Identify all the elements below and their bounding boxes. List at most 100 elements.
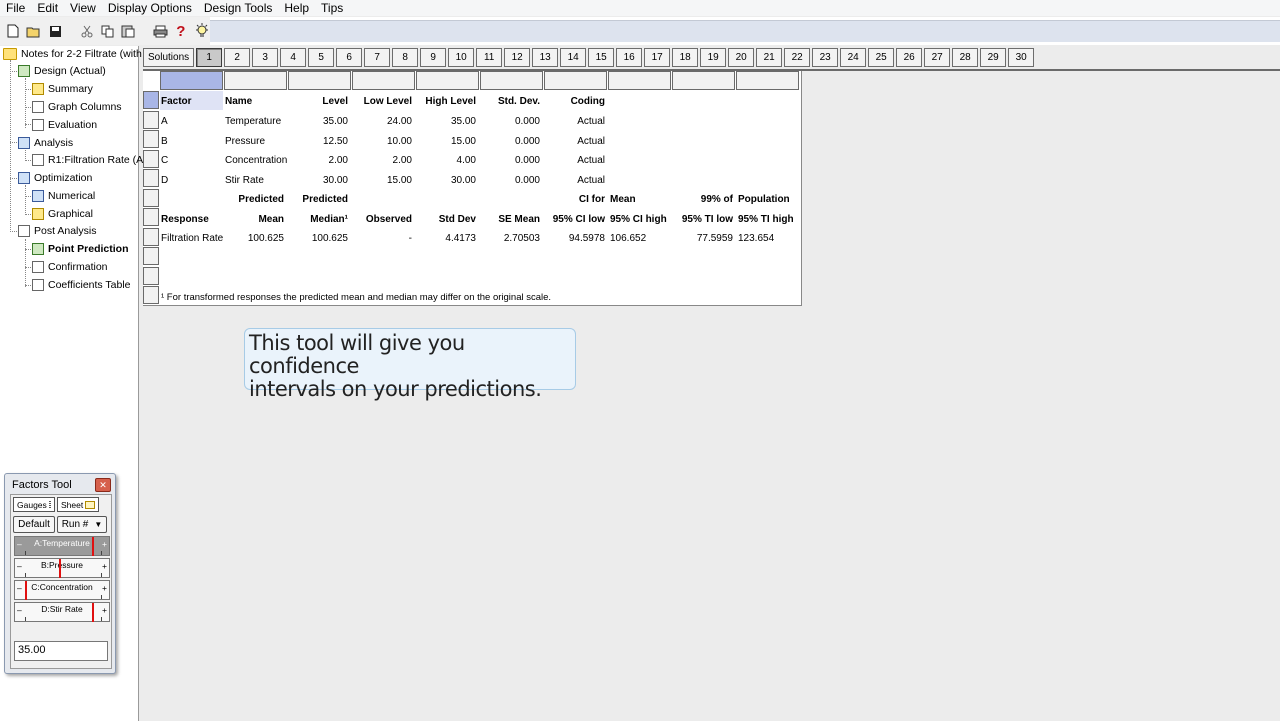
gauge-plus-button[interactable]: + xyxy=(102,583,107,593)
gauge-plus-button[interactable]: + xyxy=(102,605,107,615)
gauge-level-marker[interactable] xyxy=(92,537,94,556)
factor-name-cell[interactable]: Pressure xyxy=(225,136,265,148)
solution-tab-11[interactable]: 11 xyxy=(476,48,503,67)
solution-tab-5[interactable]: 5 xyxy=(308,48,335,67)
column-header[interactable] xyxy=(352,71,415,90)
solution-tab-23[interactable]: 23 xyxy=(812,48,839,67)
solution-tab-17[interactable]: 17 xyxy=(644,48,671,67)
solution-tab-2[interactable]: 2 xyxy=(224,48,251,67)
save-icon[interactable] xyxy=(48,23,62,39)
factor-cell[interactable]: B xyxy=(161,136,168,148)
column-header[interactable] xyxy=(672,71,735,90)
column-header[interactable] xyxy=(160,71,223,90)
row-header[interactable] xyxy=(143,247,159,265)
tree-item-evaluation[interactable]: Evaluation xyxy=(32,117,97,133)
factor-gauge[interactable]: – A:Temperature + xyxy=(14,536,110,556)
factor-cell[interactable]: A xyxy=(161,116,168,128)
row-header[interactable] xyxy=(143,169,159,187)
predicted-mean-cell[interactable]: 100.625 xyxy=(224,233,284,245)
factor-cell[interactable]: C xyxy=(161,155,168,167)
solution-tab-8[interactable]: 8 xyxy=(392,48,419,67)
solution-tab-6[interactable]: 6 xyxy=(336,48,363,67)
default-button[interactable]: Default xyxy=(13,516,55,533)
row-header[interactable] xyxy=(143,267,159,285)
solution-tab-20[interactable]: 20 xyxy=(728,48,755,67)
coding-cell[interactable]: Actual xyxy=(544,136,605,148)
tree-item-design[interactable]: Design (Actual) xyxy=(18,63,106,79)
menu-tips[interactable]: Tips xyxy=(315,0,349,16)
cut-icon[interactable] xyxy=(80,23,94,39)
solution-tab-18[interactable]: 18 xyxy=(672,48,699,67)
solution-tab-7[interactable]: 7 xyxy=(364,48,391,67)
tree-item-coefficients-table[interactable]: Coefficients Table xyxy=(32,277,131,293)
row-header[interactable] xyxy=(143,189,159,207)
solution-tab-19[interactable]: 19 xyxy=(700,48,727,67)
solution-tab-25[interactable]: 25 xyxy=(868,48,895,67)
factor-gauge[interactable]: – D:Stir Rate + xyxy=(14,602,110,622)
solution-tab-26[interactable]: 26 xyxy=(896,48,923,67)
high-level-cell[interactable]: 35.00 xyxy=(416,116,476,128)
column-header[interactable] xyxy=(480,71,543,90)
ti-high-cell[interactable]: 123.654 xyxy=(738,233,774,245)
gauge-plus-button[interactable]: + xyxy=(102,561,107,571)
tab-sheet[interactable]: Sheet xyxy=(57,497,99,512)
row-header[interactable] xyxy=(143,286,159,304)
menu-display-options[interactable]: Display Options xyxy=(102,0,198,16)
response-cell[interactable]: Filtration Rate xyxy=(161,233,223,245)
tree-root-notes[interactable]: Notes for 2-2 Filtrate (with xyxy=(3,46,142,62)
row-header[interactable] xyxy=(143,228,159,246)
level-cell[interactable]: 30.00 xyxy=(288,175,348,187)
row-header[interactable] xyxy=(143,130,159,148)
solution-tab-4[interactable]: 4 xyxy=(280,48,307,67)
solution-tab-22[interactable]: 22 xyxy=(784,48,811,67)
high-level-cell[interactable]: 15.00 xyxy=(416,136,476,148)
open-folder-icon[interactable] xyxy=(26,23,42,39)
coding-cell[interactable]: Actual xyxy=(544,155,605,167)
column-header[interactable] xyxy=(544,71,607,90)
column-header[interactable] xyxy=(608,71,671,90)
solution-tab-28[interactable]: 28 xyxy=(952,48,979,67)
solution-tab-1[interactable]: 1 xyxy=(196,48,223,67)
tree-item-confirmation[interactable]: Confirmation xyxy=(32,259,108,275)
gauge-plus-button[interactable]: + xyxy=(102,539,107,549)
factors-tool-window[interactable]: Factors Tool ✕ Gauges Sheet Default Run … xyxy=(4,473,116,674)
print-icon[interactable] xyxy=(153,23,168,39)
solution-tab-21[interactable]: 21 xyxy=(756,48,783,67)
factor-name-cell[interactable]: Concentration xyxy=(225,155,287,167)
std-dev-cell[interactable]: 0.000 xyxy=(480,155,540,167)
high-level-cell[interactable]: 30.00 xyxy=(416,175,476,187)
copy-icon[interactable] xyxy=(101,23,115,39)
solution-tab-9[interactable]: 9 xyxy=(420,48,447,67)
tree-item-optimization[interactable]: Optimization xyxy=(18,170,92,186)
tree-item-graphical[interactable]: Graphical xyxy=(32,206,93,222)
factor-gauge[interactable]: – C:Concentration + xyxy=(14,580,110,600)
solution-tab-15[interactable]: 15 xyxy=(588,48,615,67)
solution-tab-24[interactable]: 24 xyxy=(840,48,867,67)
solution-tab-14[interactable]: 14 xyxy=(560,48,587,67)
tree-item-summary[interactable]: Summary xyxy=(32,81,93,97)
low-level-cell[interactable]: 15.00 xyxy=(352,175,412,187)
row-header[interactable] xyxy=(143,150,159,168)
help-icon[interactable]: ? xyxy=(174,23,188,40)
menu-view[interactable]: View xyxy=(64,0,102,16)
observed-cell[interactable]: - xyxy=(352,233,412,245)
solution-tab-3[interactable]: 3 xyxy=(252,48,279,67)
gauge-level-marker[interactable] xyxy=(25,581,27,600)
tree-item-graph-columns[interactable]: Graph Columns xyxy=(32,99,122,115)
level-cell[interactable]: 2.00 xyxy=(288,155,348,167)
tree-item-post-analysis[interactable]: Post Analysis xyxy=(18,223,96,239)
ci-low-cell[interactable]: 94.5978 xyxy=(544,233,605,245)
row-header[interactable] xyxy=(143,111,159,129)
menu-file[interactable]: File xyxy=(0,0,31,16)
tip-bulb-icon[interactable] xyxy=(194,23,210,39)
menu-edit[interactable]: Edit xyxy=(31,0,64,16)
column-header[interactable] xyxy=(224,71,287,90)
low-level-cell[interactable]: 24.00 xyxy=(352,116,412,128)
predicted-median-cell[interactable]: 100.625 xyxy=(288,233,348,245)
std-dev-pred-cell[interactable]: 4.4173 xyxy=(416,233,476,245)
tree-item-analysis[interactable]: Analysis xyxy=(18,135,73,151)
tree-item-point-prediction[interactable]: Point Prediction xyxy=(32,241,129,257)
coding-cell[interactable]: Actual xyxy=(544,175,605,187)
paste-icon[interactable] xyxy=(121,23,135,39)
column-header[interactable] xyxy=(288,71,351,90)
